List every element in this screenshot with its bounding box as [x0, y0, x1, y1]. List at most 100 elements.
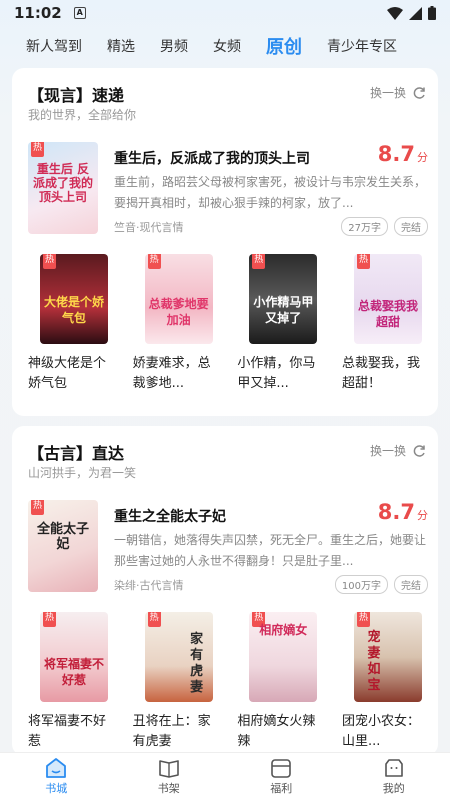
book-tags: 100万字 完结	[334, 575, 428, 594]
book-cover[interactable]: 热 总裁爹地要加油	[144, 254, 213, 344]
nav-label: 福利	[270, 781, 293, 795]
featured-book[interactable]: 热 重生后 反派成了我的顶头上司 重生后，反派成了我的顶头上司 8.7 分 重生前…	[28, 142, 428, 236]
refresh-button[interactable]: 换一换	[370, 442, 426, 459]
book-item[interactable]: 热 大佬是个娇气包 神级大佬是个娇气包	[28, 254, 114, 394]
book-cover[interactable]: 热 相府嫡女	[249, 612, 318, 702]
hot-badge: 热	[31, 500, 44, 515]
hot-badge: 热	[43, 612, 56, 627]
book-cover[interactable]: 热 总裁娶我我超甜	[353, 254, 422, 344]
status-tag: 完结	[394, 217, 428, 236]
book-item[interactable]: 热 总裁爹地要加油 娇妻难求，总裁爹地...	[133, 254, 219, 394]
book-title: 小作精，你马甲又掉...	[237, 356, 316, 391]
tab-newbie[interactable]: 新人驾到	[26, 36, 82, 56]
tab-female[interactable]: 女频	[213, 36, 241, 56]
word-count-tag: 100万字	[334, 575, 388, 594]
cover-title-art: 全能太子妃	[36, 522, 89, 552]
featured-book-cover[interactable]: 热 重生后 反派成了我的顶头上司	[28, 142, 98, 234]
tab-male[interactable]: 男频	[160, 36, 188, 56]
section-subtitle: 山河拱手，为君一笑	[28, 466, 137, 480]
book-item[interactable]: 热 小作精马甲又掉了 小作精，你马甲又掉...	[237, 254, 323, 394]
profile-icon	[384, 758, 403, 777]
section-modern-romance: 【现言】速递 我的世界，全部给你 换一换 热 重生后 反派成了我的顶头上司 重生…	[12, 68, 438, 416]
section-ancient-romance: 【古言】直达 山河拱手，为君一笑 换一换 热 全能太子妃 重生之全能太子妃 8.…	[12, 426, 438, 756]
book-cover[interactable]: 热 宠妻如宝	[353, 612, 422, 702]
book-cover[interactable]: 热 大佬是个娇气包	[40, 254, 108, 344]
score-value: 8.7	[377, 142, 415, 166]
wifi-icon	[387, 6, 403, 20]
nav-label: 书城	[45, 781, 68, 795]
book-title: 团宠小农女：山里...	[341, 714, 420, 749]
section-subtitle: 我的世界，全部给你	[28, 108, 137, 122]
book-item[interactable]: 热 相府嫡女 相府嫡女火辣辣	[237, 612, 323, 752]
gift-icon	[271, 758, 292, 778]
nav-welfare[interactable]: 福利	[246, 758, 316, 796]
book-title: 将军福妻不好惹	[28, 714, 107, 749]
featured-book-title: 重生后，反派成了我的顶头上司	[114, 151, 310, 167]
score-unit: 分	[417, 151, 428, 164]
category-tabs: 新人驾到 精选 男频 女频 原创 青少年专区	[0, 30, 450, 62]
featured-book-description: 一朝错信，她落得失声囚禁，死无全尸。重生之后，她要让那些害过她的人永世不得翻身！…	[114, 533, 426, 568]
cover-title-art: 将军福妻不好惹	[44, 657, 105, 687]
cover-title-art: 总裁娶我我超甜	[357, 299, 418, 329]
featured-book-description: 重生前，路昭芸父母被柯家害死，被设计与韦宗发生关系，要揭开真相时，却被心狠手辣的…	[114, 175, 426, 210]
status-tag: 完结	[394, 575, 428, 594]
status-bar: 11:02 A	[0, 0, 450, 26]
bookshelf-icon	[158, 759, 179, 778]
book-cover[interactable]: 热 将军福妻不好惹	[40, 612, 108, 702]
cover-title-art: 大佬是个娇气包	[44, 295, 105, 325]
nav-profile[interactable]: 我的	[359, 758, 429, 796]
refresh-label: 换一换	[369, 444, 406, 458]
book-grid: 热 大佬是个娇气包 神级大佬是个娇气包 热 总裁爹地要加油 娇妻难求，总裁爹地.…	[28, 254, 428, 394]
refresh-icon	[413, 86, 425, 99]
book-grid: 热 将军福妻不好惹 将军福妻不好惹 热 家有虎妻 丑将在上：家有虎妻 热 相府嫡…	[28, 612, 428, 752]
book-title: 丑将在上：家有虎妻	[132, 714, 211, 749]
hot-badge: 热	[147, 254, 161, 269]
word-count-tag: 27万字	[341, 217, 388, 236]
book-item[interactable]: 热 家有虎妻 丑将在上：家有虎妻	[133, 612, 219, 752]
hot-badge: 热	[356, 612, 370, 627]
book-title: 娇妻难求，总裁爹地...	[132, 356, 211, 391]
tab-featured[interactable]: 精选	[107, 36, 135, 56]
nav-bookshelf[interactable]: 书架	[134, 758, 204, 796]
book-item[interactable]: 热 总裁娶我我超甜 总裁娶我，我超甜！	[342, 254, 428, 394]
featured-book-cover[interactable]: 热 全能太子妃	[28, 500, 98, 592]
notification-a-icon: A	[73, 7, 86, 19]
book-title: 总裁娶我，我超甜！	[341, 356, 420, 391]
score-unit: 分	[417, 509, 428, 522]
bookstore-icon	[46, 757, 67, 778]
book-tags: 27万字 完结	[341, 217, 428, 236]
hot-badge: 热	[356, 254, 370, 269]
cover-title-art: 小作精马甲又掉了	[253, 295, 314, 325]
cover-title-art: 宠妻如宝	[367, 630, 381, 693]
cover-title-art: 家有虎妻	[190, 632, 204, 695]
refresh-icon	[413, 444, 425, 457]
book-cover[interactable]: 热 家有虎妻	[144, 612, 213, 702]
status-time: 11:02	[14, 4, 62, 22]
refresh-label: 换一换	[369, 86, 406, 100]
tab-original[interactable]: 原创	[266, 33, 302, 59]
tab-youth[interactable]: 青少年专区	[327, 36, 397, 56]
status-icons	[387, 6, 436, 20]
book-title: 神级大佬是个娇气包	[28, 356, 107, 391]
book-score: 8.7 分	[378, 500, 428, 524]
hot-badge: 热	[31, 142, 44, 157]
battery-icon	[428, 6, 436, 20]
featured-book[interactable]: 热 全能太子妃 重生之全能太子妃 8.7 分 一朝错信，她落得失声囚禁，死无全尸。…	[28, 500, 428, 594]
nav-bookstore[interactable]: 书城	[21, 757, 91, 796]
section-title: 【古言】直达	[28, 444, 125, 463]
book-item[interactable]: 热 将军福妻不好惹 将军福妻不好惹	[28, 612, 114, 752]
hot-badge: 热	[43, 254, 56, 269]
cover-title-art: 总裁爹地要加油	[148, 297, 209, 327]
score-value: 8.7	[377, 500, 415, 524]
section-title: 【现言】速递	[28, 86, 125, 105]
featured-book-title: 重生之全能太子妃	[114, 509, 226, 525]
signal-icon	[409, 6, 422, 20]
book-cover[interactable]: 热 小作精马甲又掉了	[249, 254, 318, 344]
book-title: 相府嫡女火辣辣	[237, 714, 316, 749]
hot-badge: 热	[147, 612, 161, 627]
refresh-button[interactable]: 换一换	[370, 84, 426, 101]
bottom-navigation: 书城 书架 福利 我的	[0, 752, 450, 800]
nav-label: 书架	[157, 781, 180, 795]
book-item[interactable]: 热 宠妻如宝 团宠小农女：山里...	[342, 612, 428, 752]
cover-title-art: 相府嫡女	[259, 623, 308, 637]
